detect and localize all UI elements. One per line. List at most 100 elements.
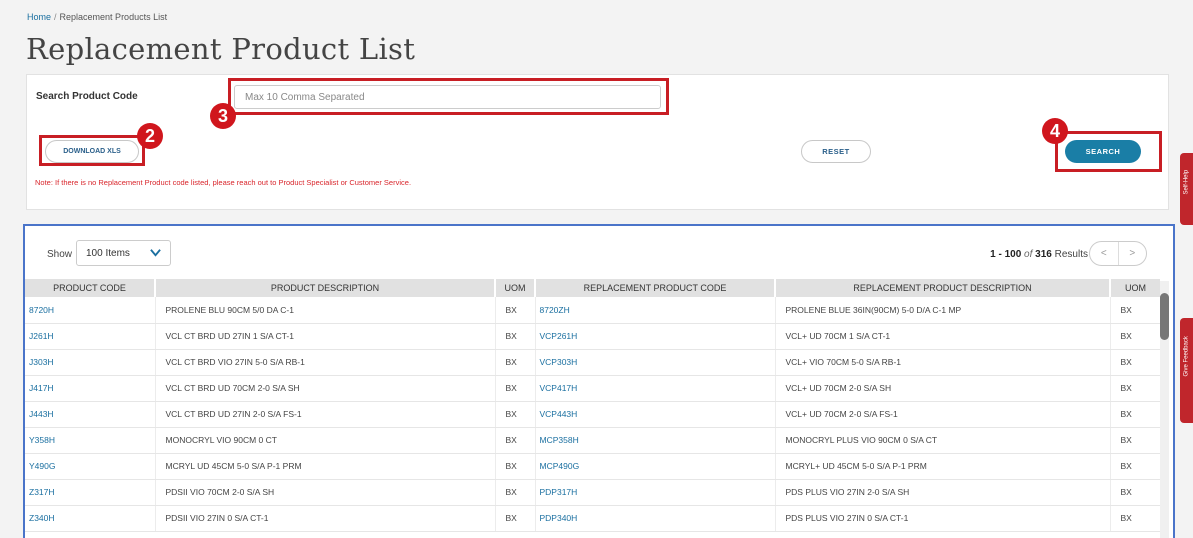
breadcrumb: Home / Replacement Products List xyxy=(27,12,167,22)
cell-replacement-code[interactable]: VCP417H xyxy=(535,375,776,402)
cell-replacement-description: PROLENE BLUE 36IN(90CM) 5-0 D/A C-1 MP xyxy=(775,297,1111,324)
cell-uom: BX xyxy=(495,323,536,350)
cell-product-description: VCL CT BRD UD 27IN 2-0 S/A FS-1 xyxy=(155,401,496,428)
result-total: 316 xyxy=(1035,249,1052,260)
table-row: Y490G MCRYL UD 45CM 5-0 S/A P-1 PRM BX MCP4… xyxy=(25,453,1162,480)
next-page-button[interactable]: > xyxy=(1119,242,1147,265)
cell-product-code[interactable]: J443H xyxy=(25,401,156,428)
annotation-marker-2: 2 xyxy=(137,123,163,149)
cell-product-description: VCL CT BRD VIO 27IN 5-0 S/A RB-1 xyxy=(155,349,496,376)
breadcrumb-separator: / xyxy=(54,12,57,22)
no-replacement-note: Note: If there is no Replacement Product… xyxy=(35,178,412,187)
cell-product-description: MCRYL UD 45CM 5-0 S/A P-1 PRM xyxy=(155,453,496,480)
search-card: Search Product Code DOWNLOAD XLS RESET S… xyxy=(26,74,1169,210)
give-feedback-tab[interactable]: Give Feedback xyxy=(1180,318,1193,423)
result-word: Results xyxy=(1054,249,1088,260)
search-product-code-input[interactable] xyxy=(234,85,661,109)
col-header-product-code[interactable]: PRODUCT CODE xyxy=(25,279,156,297)
cell-product-code[interactable]: Z317H xyxy=(25,479,156,506)
items-per-page-select[interactable]: 100 Items xyxy=(76,240,171,266)
col-header-replacement-code[interactable]: REPLACEMENT PRODUCT CODE xyxy=(535,279,776,297)
cell-product-description: PROLENE BLU 90CM 5/0 DA C-1 xyxy=(155,297,496,324)
cell-replacement-description: VCL+ UD 70CM 1 S/A CT-1 xyxy=(775,323,1111,350)
cell-product-code[interactable]: 8720H xyxy=(25,297,156,324)
replacement-products-table: PRODUCT CODE PRODUCT DESCRIPTION UOM REP… xyxy=(25,279,1162,532)
table-row: J261H VCL CT BRD UD 27IN 1 S/A CT-1 BX VCP2… xyxy=(25,323,1162,350)
cell-replacement-code[interactable]: PDP340H xyxy=(535,505,776,532)
cell-replacement-description: VCL+ VIO 70CM 5-0 S/A RB-1 xyxy=(775,349,1111,376)
table-row: J303H VCL CT BRD VIO 27IN 5-0 S/A RB-1 BX V… xyxy=(25,349,1162,376)
items-per-page-value: 100 Items xyxy=(86,248,130,259)
table-row: J417H VCL CT BRD UD 70CM 2-0 S/A SH BX VCP4… xyxy=(25,375,1162,402)
results-panel: Show 100 Items 1 - 100 of 316 Results < … xyxy=(23,224,1175,538)
table-scrollbar-thumb[interactable] xyxy=(1160,293,1169,340)
result-of: of xyxy=(1024,249,1033,260)
cell-replacement-code[interactable]: MCP490G xyxy=(535,453,776,480)
annotation-marker-4: 4 xyxy=(1042,118,1068,144)
cell-uom: BX xyxy=(495,375,536,402)
cell-product-description: PDSII VIO 70CM 2-0 S/A SH xyxy=(155,479,496,506)
give-feedback-tab-label: Give Feedback xyxy=(1183,335,1190,376)
cell-replacement-uom: BX xyxy=(1110,479,1162,506)
search-product-code-label: Search Product Code xyxy=(36,91,138,102)
cell-replacement-description: MCRYL+ UD 45CM 5-0 S/A P-1 PRM xyxy=(775,453,1111,480)
col-header-product-description[interactable]: PRODUCT DESCRIPTION xyxy=(155,279,496,297)
cell-uom: BX xyxy=(495,505,536,532)
cell-replacement-code[interactable]: PDP317H xyxy=(535,479,776,506)
cell-replacement-description: MONOCRYL PLUS VIO 90CM 0 S/A CT xyxy=(775,427,1111,454)
cell-product-code[interactable]: Z340H xyxy=(25,505,156,532)
cell-uom: BX xyxy=(495,297,536,324)
cell-replacement-code[interactable]: VCP303H xyxy=(535,349,776,376)
table-row: 8720H PROLENE BLU 90CM 5/0 DA C-1 BX 8720ZH… xyxy=(25,297,1162,324)
cell-replacement-uom: BX xyxy=(1110,297,1162,324)
cell-replacement-uom: BX xyxy=(1110,349,1162,376)
page-title: Replacement Product List xyxy=(26,32,416,66)
table-row: Z340H PDSII VIO 27IN 0 S/A CT-1 BX PDP340H P… xyxy=(25,505,1162,532)
result-count: 1 - 100 of 316 Results xyxy=(990,249,1088,260)
reset-button[interactable]: RESET xyxy=(801,140,871,163)
cell-replacement-code[interactable]: MCP358H xyxy=(535,427,776,454)
cell-replacement-description: PDS PLUS VIO 27IN 0 S/A CT-1 xyxy=(775,505,1111,532)
cell-replacement-description: VCL+ UD 70CM 2-0 S/A SH xyxy=(775,375,1111,402)
cell-replacement-uom: BX xyxy=(1110,401,1162,428)
cell-replacement-code[interactable]: VCP443H xyxy=(535,401,776,428)
pagination: < > xyxy=(1089,241,1147,266)
table-row: Z317H PDSII VIO 70CM 2-0 S/A SH BX PDP317H P… xyxy=(25,479,1162,506)
cell-product-description: VCL CT BRD UD 70CM 2-0 S/A SH xyxy=(155,375,496,402)
download-xls-button[interactable]: DOWNLOAD XLS xyxy=(45,140,139,163)
cell-uom: BX xyxy=(495,479,536,506)
cell-uom: BX xyxy=(495,453,536,480)
cell-replacement-code[interactable]: VCP261H xyxy=(535,323,776,350)
cell-product-code[interactable]: J417H xyxy=(25,375,156,402)
breadcrumb-current: Replacement Products List xyxy=(59,12,168,22)
cell-product-description: PDSII VIO 27IN 0 S/A CT-1 xyxy=(155,505,496,532)
cell-replacement-description: PDS PLUS VIO 27IN 2-0 S/A SH xyxy=(775,479,1111,506)
cell-replacement-uom: BX xyxy=(1110,453,1162,480)
col-header-uom[interactable]: UOM xyxy=(495,279,536,297)
cell-replacement-uom: BX xyxy=(1110,505,1162,532)
cell-product-description: MONOCRYL VIO 90CM 0 CT xyxy=(155,427,496,454)
cell-replacement-uom: BX xyxy=(1110,323,1162,350)
col-header-replacement-uom[interactable]: UOM xyxy=(1110,279,1162,297)
result-range: 1 - 100 xyxy=(990,249,1022,260)
self-help-tab-label: Self-Help xyxy=(1183,169,1190,195)
cell-product-code[interactable]: Y358H xyxy=(25,427,156,454)
search-button[interactable]: SEARCH xyxy=(1065,140,1141,163)
self-help-tab[interactable]: Self-Help xyxy=(1180,153,1193,225)
table-row: J443H VCL CT BRD UD 27IN 2-0 S/A FS-1 BX VC… xyxy=(25,401,1162,428)
breadcrumb-home-link[interactable]: Home xyxy=(27,12,51,22)
cell-product-code[interactable]: J261H xyxy=(25,323,156,350)
cell-product-code[interactable]: Y490G xyxy=(25,453,156,480)
show-label: Show xyxy=(47,249,73,260)
prev-page-button[interactable]: < xyxy=(1090,242,1119,265)
chevron-down-icon xyxy=(150,249,161,257)
cell-replacement-code[interactable]: 8720ZH xyxy=(535,297,776,324)
annotation-marker-3: 3 xyxy=(210,103,236,129)
cell-product-code[interactable]: J303H xyxy=(25,349,156,376)
cell-replacement-description: VCL+ UD 70CM 2-0 S/A FS-1 xyxy=(775,401,1111,428)
col-header-replacement-description[interactable]: REPLACEMENT PRODUCT DESCRIPTION xyxy=(775,279,1111,297)
cell-uom: BX xyxy=(495,427,536,454)
table-header-row: PRODUCT CODE PRODUCT DESCRIPTION UOM REP… xyxy=(25,279,1162,297)
cell-uom: BX xyxy=(495,401,536,428)
cell-replacement-uom: BX xyxy=(1110,375,1162,402)
